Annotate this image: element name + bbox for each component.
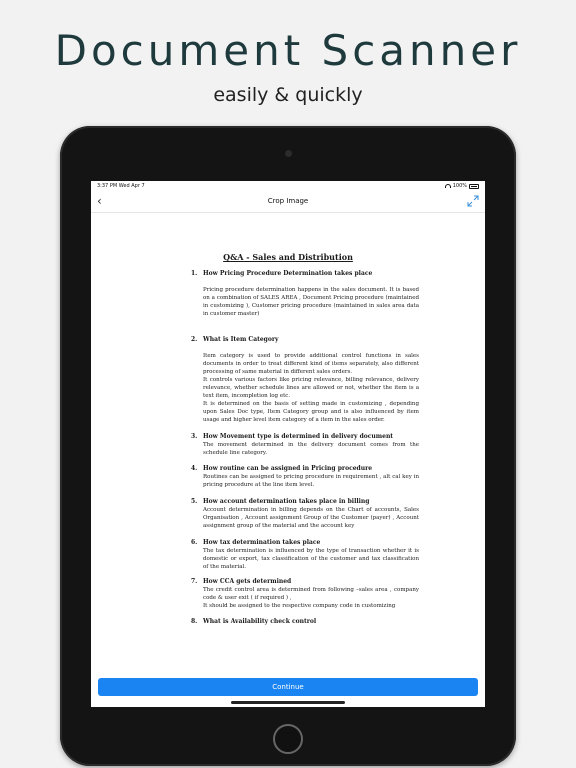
question-text: Pricing procedure determination happens … — [203, 287, 419, 317]
question-heading: What is Item Category — [203, 336, 279, 343]
status-time: 3:37 PM Wed Apr 7 — [97, 183, 145, 189]
promo-headline: Document Scanner — [54, 26, 522, 75]
question-1: 1. How Pricing Procedure Determination ta… — [191, 270, 419, 317]
question-text: The movement determined in the delivery … — [203, 442, 419, 456]
question-7: 7. How CCA gets determined The credit con… — [191, 578, 419, 609]
expand-arrows-icon[interactable] — [467, 195, 479, 207]
question-heading: How Pricing Procedure Determination take… — [203, 270, 373, 277]
navigation-bar: ‹ Crop Image — [91, 191, 485, 213]
home-indicator — [231, 701, 345, 704]
question-text: The tax determination is influenced by t… — [203, 548, 419, 570]
status-indicators: 100% — [444, 183, 479, 189]
wifi-icon — [444, 184, 451, 188]
question-heading: How routine can be assigned in Pricing p… — [203, 465, 373, 472]
question-6: 6. How tax determination takes place The … — [191, 539, 419, 570]
home-button[interactable] — [273, 724, 303, 754]
question-text: It controls various factors like pricing… — [203, 377, 419, 399]
question-5: 5. How account determination takes place … — [191, 498, 419, 529]
question-heading: How Movement type is determined in deliv… — [203, 433, 394, 440]
battery-percent: 100% — [452, 183, 467, 189]
question-8: 8. What is Availability check control — [191, 618, 317, 625]
question-heading: How tax determination takes place — [203, 539, 321, 546]
question-text: It is determined on the basis of setting… — [203, 401, 419, 423]
question-text: The credit control area is determined fr… — [203, 587, 419, 601]
nav-title: Crop Image — [267, 197, 309, 205]
question-4: 4. How routine can be assigned in Pricing… — [191, 465, 419, 488]
question-3: 3. How Movement type is determined in del… — [191, 433, 419, 456]
app-screen: 3:37 PM Wed Apr 7 100% ‹ Crop Image Q&A … — [91, 181, 485, 707]
battery-icon — [469, 183, 479, 189]
question-2: 2. What is Item Category Item category is… — [191, 336, 419, 423]
camera-icon — [285, 150, 292, 157]
question-text: It should be assigned to the respective … — [203, 603, 396, 609]
document-title: Q&A - Sales and Distribution — [223, 252, 353, 262]
continue-button[interactable]: Continue — [98, 678, 478, 696]
status-bar: 3:37 PM Wed Apr 7 100% — [91, 181, 485, 191]
question-heading: How CCA gets determined — [203, 578, 292, 585]
question-heading: How account determination takes place in… — [203, 498, 370, 505]
question-text: Routines can be assigned to pricing proc… — [203, 474, 419, 488]
question-heading: What is Availability check control — [203, 618, 317, 625]
question-text: Account determination in billing depends… — [203, 507, 419, 529]
question-text: Item category is used to provide additio… — [203, 353, 419, 375]
scanned-document[interactable]: Q&A - Sales and Distribution 1. How Prici… — [91, 214, 485, 674]
promo-subheadline: easily & quickly — [213, 84, 363, 106]
